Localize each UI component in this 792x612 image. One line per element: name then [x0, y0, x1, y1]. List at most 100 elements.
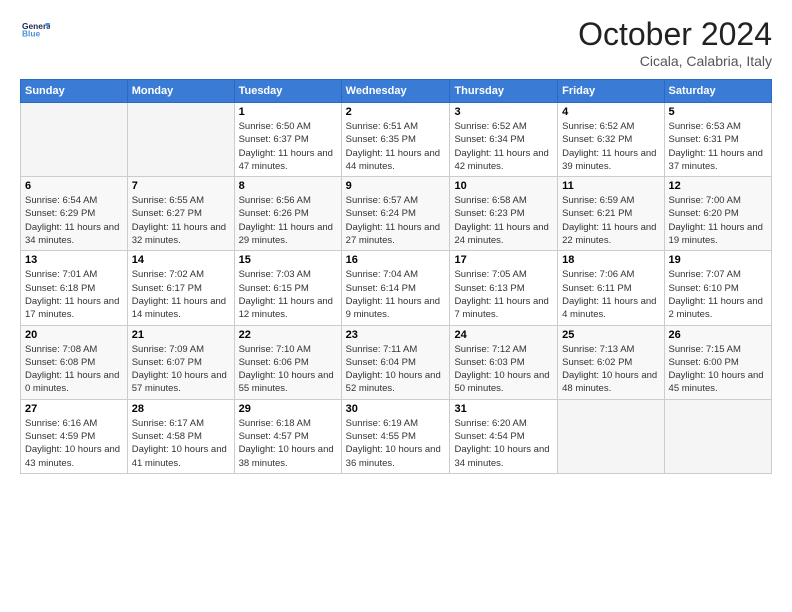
- day-info: Sunrise: 6:52 AM Sunset: 6:32 PM Dayligh…: [562, 120, 659, 173]
- day-number: 13: [25, 254, 123, 266]
- day-info: Sunrise: 6:56 AM Sunset: 6:26 PM Dayligh…: [239, 194, 337, 247]
- week-row-2: 6 Sunrise: 6:54 AM Sunset: 6:29 PM Daylig…: [21, 177, 772, 251]
- day-number: 12: [669, 180, 767, 192]
- day-cell: 21Sunrise: 7:09 AM Sunset: 6:07 PM Dayli…: [127, 325, 234, 399]
- day-number: 3: [454, 106, 553, 118]
- week-row-5: 27 Sunrise: 6:16 AM Sunset: 4:59 PM Dayli…: [21, 399, 772, 473]
- day-number: 16: [346, 254, 446, 266]
- day-info: Sunrise: 7:00 AM Sunset: 6:20 PM Dayligh…: [669, 194, 767, 247]
- header-friday: Friday: [558, 80, 664, 103]
- day-cell: 12 Sunrise: 7:00 AM Sunset: 6:20 PM Dayli…: [664, 177, 771, 251]
- location: Cicala, Calabria, Italy: [578, 53, 772, 69]
- day-info: Sunrise: 6:19 AM Sunset: 4:55 PM Dayligh…: [346, 417, 446, 470]
- header-monday: Monday: [127, 80, 234, 103]
- day-info: Sunrise: 6:53 AM Sunset: 6:31 PM Dayligh…: [669, 120, 767, 173]
- day-info: Sunrise: 6:54 AM Sunset: 6:29 PM Dayligh…: [25, 194, 123, 247]
- day-cell: 13 Sunrise: 7:01 AM Sunset: 6:18 PM Dayli…: [21, 251, 128, 325]
- day-number: 26: [669, 329, 767, 341]
- month-title: October 2024: [578, 16, 772, 53]
- header-tuesday: Tuesday: [234, 80, 341, 103]
- day-info: Sunrise: 7:05 AM Sunset: 6:13 PM Dayligh…: [454, 268, 553, 321]
- title-area: October 2024 Cicala, Calabria, Italy: [578, 16, 772, 69]
- day-number: 21: [132, 329, 230, 341]
- day-cell: 11 Sunrise: 6:59 AM Sunset: 6:21 PM Dayli…: [558, 177, 664, 251]
- day-cell: 14 Sunrise: 7:02 AM Sunset: 6:17 PM Dayli…: [127, 251, 234, 325]
- header-thursday: Thursday: [450, 80, 558, 103]
- day-number: 6: [25, 180, 123, 192]
- day-info: Sunrise: 6:55 AM Sunset: 6:27 PM Dayligh…: [132, 194, 230, 247]
- day-cell: 26 Sunrise: 7:15 AM Sunset: 6:00 PM Dayli…: [664, 325, 771, 399]
- day-cell: 10 Sunrise: 6:58 AM Sunset: 6:23 PM Dayli…: [450, 177, 558, 251]
- day-cell: 16Sunrise: 7:04 AM Sunset: 6:14 PM Dayli…: [341, 251, 450, 325]
- day-info: Sunrise: 6:52 AM Sunset: 6:34 PM Dayligh…: [454, 120, 553, 173]
- day-number: 30: [346, 403, 446, 415]
- day-number: 15: [239, 254, 337, 266]
- day-cell: 17 Sunrise: 7:05 AM Sunset: 6:13 PM Dayli…: [450, 251, 558, 325]
- header-saturday: Saturday: [664, 80, 771, 103]
- day-number: 1: [239, 106, 337, 118]
- day-cell: 29Sunrise: 6:18 AM Sunset: 4:57 PM Dayli…: [234, 399, 341, 473]
- week-row-3: 13 Sunrise: 7:01 AM Sunset: 6:18 PM Dayli…: [21, 251, 772, 325]
- day-number: 10: [454, 180, 553, 192]
- day-info: Sunrise: 7:06 AM Sunset: 6:11 PM Dayligh…: [562, 268, 659, 321]
- day-number: 24: [454, 329, 553, 341]
- header-sunday: Sunday: [21, 80, 128, 103]
- day-info: Sunrise: 7:11 AM Sunset: 6:04 PM Dayligh…: [346, 343, 446, 396]
- calendar: Sunday Monday Tuesday Wednesday Thursday…: [20, 79, 772, 474]
- day-cell: 15Sunrise: 7:03 AM Sunset: 6:15 PM Dayli…: [234, 251, 341, 325]
- day-cell: [21, 103, 128, 177]
- day-number: 14: [132, 254, 230, 266]
- day-info: Sunrise: 6:57 AM Sunset: 6:24 PM Dayligh…: [346, 194, 446, 247]
- day-number: 25: [562, 329, 659, 341]
- day-info: Sunrise: 7:01 AM Sunset: 6:18 PM Dayligh…: [25, 268, 123, 321]
- page: General Blue October 2024 Cicala, Calabr…: [0, 0, 792, 612]
- day-info: Sunrise: 7:08 AM Sunset: 6:08 PM Dayligh…: [25, 343, 123, 396]
- day-info: Sunrise: 6:59 AM Sunset: 6:21 PM Dayligh…: [562, 194, 659, 247]
- day-cell: 6 Sunrise: 6:54 AM Sunset: 6:29 PM Daylig…: [21, 177, 128, 251]
- day-info: Sunrise: 6:50 AM Sunset: 6:37 PM Dayligh…: [239, 120, 337, 173]
- day-info: Sunrise: 7:10 AM Sunset: 6:06 PM Dayligh…: [239, 343, 337, 396]
- day-number: 5: [669, 106, 767, 118]
- day-info: Sunrise: 6:16 AM Sunset: 4:59 PM Dayligh…: [25, 417, 123, 470]
- day-cell: 31Sunrise: 6:20 AM Sunset: 4:54 PM Dayli…: [450, 399, 558, 473]
- day-number: 22: [239, 329, 337, 341]
- day-info: Sunrise: 7:07 AM Sunset: 6:10 PM Dayligh…: [669, 268, 767, 321]
- header-wednesday: Wednesday: [341, 80, 450, 103]
- day-info: Sunrise: 6:51 AM Sunset: 6:35 PM Dayligh…: [346, 120, 446, 173]
- day-info: Sunrise: 7:13 AM Sunset: 6:02 PM Dayligh…: [562, 343, 659, 396]
- day-cell: 8 Sunrise: 6:56 AM Sunset: 6:26 PM Daylig…: [234, 177, 341, 251]
- day-info: Sunrise: 7:15 AM Sunset: 6:00 PM Dayligh…: [669, 343, 767, 396]
- day-number: 20: [25, 329, 123, 341]
- day-number: 11: [562, 180, 659, 192]
- day-number: 4: [562, 106, 659, 118]
- day-cell: [558, 399, 664, 473]
- day-number: 7: [132, 180, 230, 192]
- day-cell: 18Sunrise: 7:06 AM Sunset: 6:11 PM Dayli…: [558, 251, 664, 325]
- day-cell: 27 Sunrise: 6:16 AM Sunset: 4:59 PM Dayli…: [21, 399, 128, 473]
- day-cell: 19 Sunrise: 7:07 AM Sunset: 6:10 PM Dayli…: [664, 251, 771, 325]
- day-number: 8: [239, 180, 337, 192]
- day-cell: 22 Sunrise: 7:10 AM Sunset: 6:06 PM Dayli…: [234, 325, 341, 399]
- week-row-1: 1 Sunrise: 6:50 AM Sunset: 6:37 PM Daylig…: [21, 103, 772, 177]
- day-cell: [664, 399, 771, 473]
- day-info: Sunrise: 7:02 AM Sunset: 6:17 PM Dayligh…: [132, 268, 230, 321]
- week-row-4: 20 Sunrise: 7:08 AM Sunset: 6:08 PM Dayli…: [21, 325, 772, 399]
- day-cell: 28 Sunrise: 6:17 AM Sunset: 4:58 PM Dayli…: [127, 399, 234, 473]
- day-number: 23: [346, 329, 446, 341]
- day-number: 19: [669, 254, 767, 266]
- logo: General Blue: [20, 16, 50, 49]
- header-row: Sunday Monday Tuesday Wednesday Thursday…: [21, 80, 772, 103]
- day-cell: 23 Sunrise: 7:11 AM Sunset: 6:04 PM Dayli…: [341, 325, 450, 399]
- day-cell: 2 Sunrise: 6:51 AM Sunset: 6:35 PM Daylig…: [341, 103, 450, 177]
- day-cell: 3 Sunrise: 6:52 AM Sunset: 6:34 PM Daylig…: [450, 103, 558, 177]
- logo-content: General Blue: [20, 16, 50, 49]
- day-info: Sunrise: 6:17 AM Sunset: 4:58 PM Dayligh…: [132, 417, 230, 470]
- day-number: 28: [132, 403, 230, 415]
- day-info: Sunrise: 6:58 AM Sunset: 6:23 PM Dayligh…: [454, 194, 553, 247]
- day-number: 17: [454, 254, 553, 266]
- day-number: 27: [25, 403, 123, 415]
- day-cell: 4 Sunrise: 6:52 AM Sunset: 6:32 PM Daylig…: [558, 103, 664, 177]
- day-number: 9: [346, 180, 446, 192]
- day-number: 2: [346, 106, 446, 118]
- day-cell: 20 Sunrise: 7:08 AM Sunset: 6:08 PM Dayli…: [21, 325, 128, 399]
